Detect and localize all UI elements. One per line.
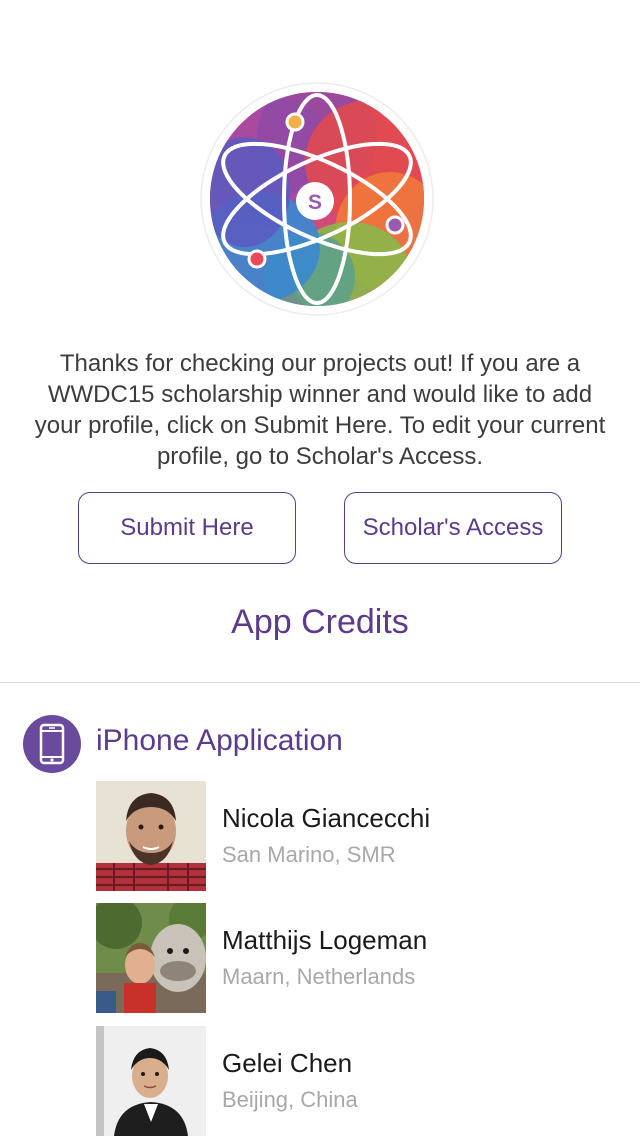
person-location: Maarn, Netherlands [222, 964, 416, 989]
scholars-access-button[interactable]: Scholar's Access [344, 492, 562, 564]
section-title-iphone-application: iPhone Application [96, 724, 343, 757]
list-item[interactable]: Nicola Giancecchi San Marino, SMR [96, 781, 616, 891]
avatar [96, 781, 206, 891]
list-item[interactable]: Gelei Chen Beijing, China [96, 1026, 616, 1136]
atom-logo-icon: S [200, 82, 434, 316]
person-location: San Marino, SMR [222, 842, 396, 867]
avatar [96, 1026, 206, 1136]
app-logo: S [200, 82, 434, 316]
logo-letter: S [308, 191, 322, 214]
submit-here-button[interactable]: Submit Here [78, 492, 296, 564]
person-location: Beijing, China [222, 1087, 358, 1112]
person-name: Gelei Chen [222, 1048, 353, 1078]
avatar [96, 903, 206, 1013]
person-name: Matthijs Logeman [222, 925, 428, 955]
list-item[interactable]: Matthijs Logeman Maarn, Netherlands [96, 903, 616, 1013]
iphone-icon [23, 715, 81, 773]
person-name: Nicola Giancecchi [222, 803, 431, 833]
divider [0, 682, 640, 683]
intro-text: Thanks for checking our projects out! If… [34, 350, 606, 470]
app-credits-title: App Credits [231, 603, 409, 641]
